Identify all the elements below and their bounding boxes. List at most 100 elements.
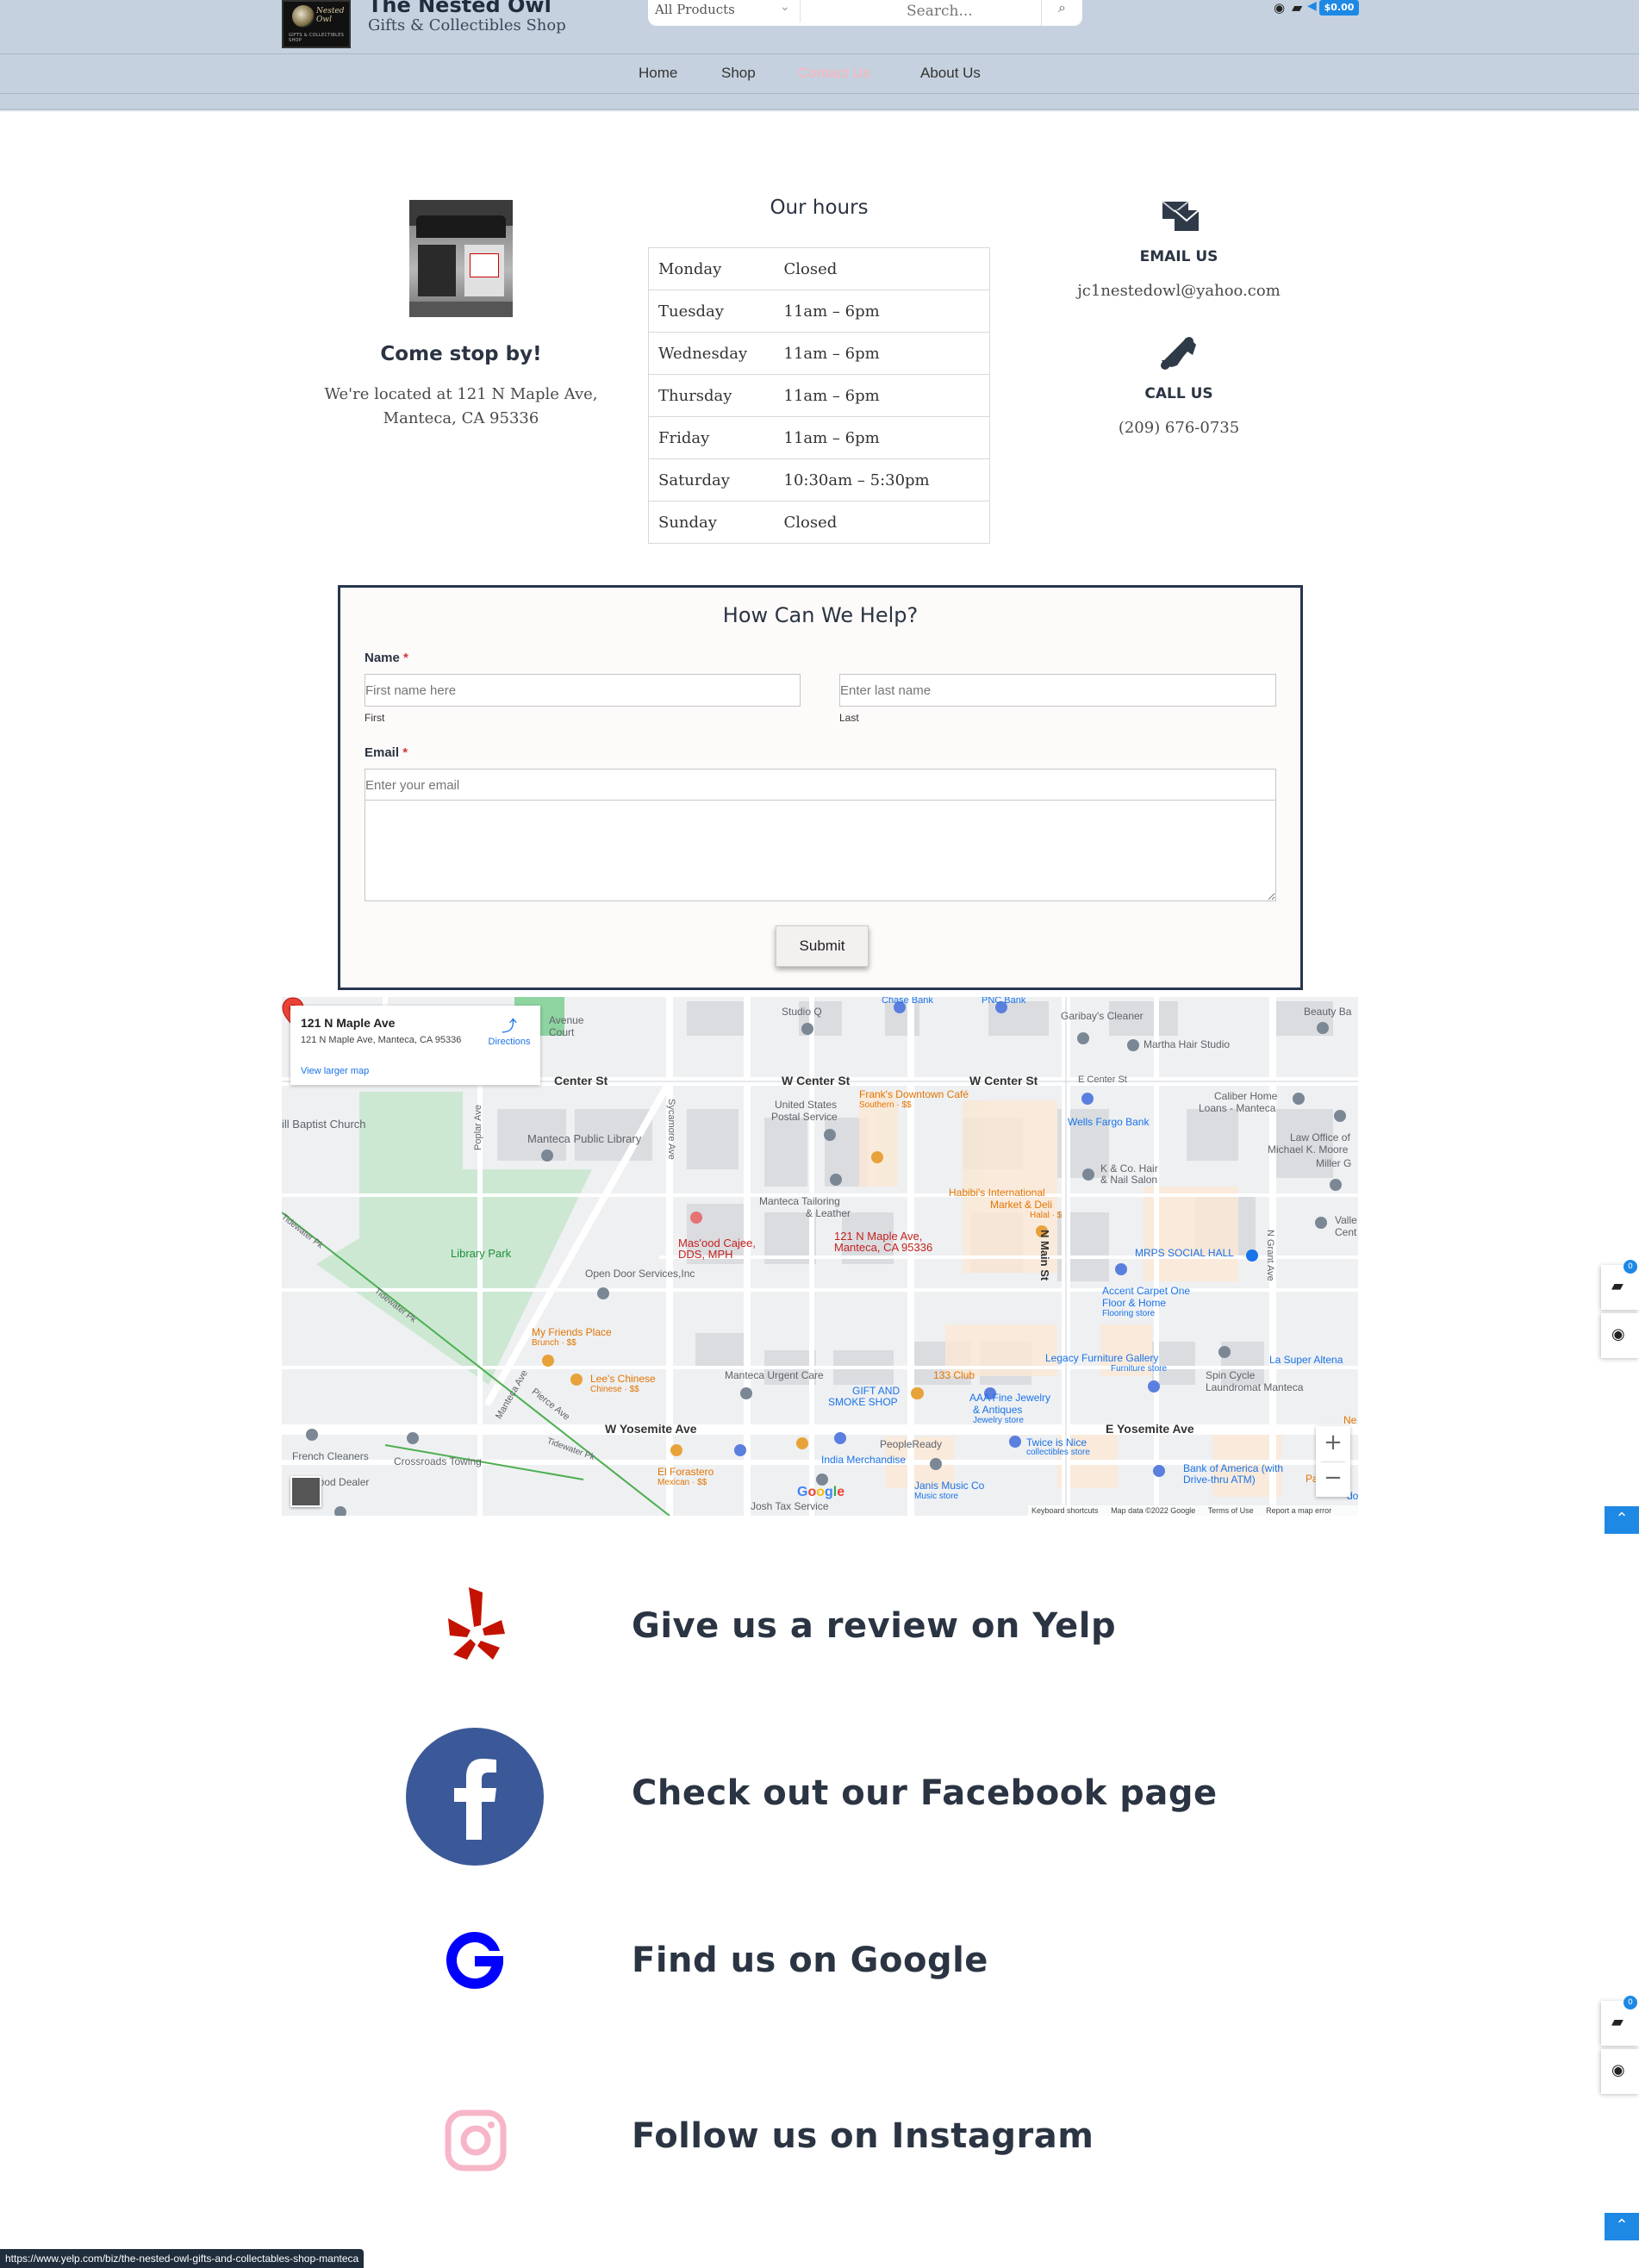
name-label-text: Name bbox=[365, 651, 400, 665]
hours-day: Thursday bbox=[648, 374, 775, 417]
cart-total[interactable]: $0.00 bbox=[1319, 0, 1359, 16]
name-label: Name * bbox=[365, 651, 408, 665]
keyboard-shortcuts-link[interactable]: Keyboard shortcuts bbox=[1031, 1506, 1099, 1515]
cart-count-badge: 0 bbox=[1623, 1996, 1637, 2009]
map-label: French Cleaners bbox=[292, 1450, 369, 1462]
google-icon bbox=[446, 1932, 503, 1989]
map-label: Studio Q bbox=[782, 1006, 822, 1018]
site-logo[interactable]: Nested Owl GIFTS & COLLECTIBLES SHOP bbox=[282, 0, 351, 48]
side-cart-button[interactable]: ▰ 0 bbox=[1601, 1260, 1639, 1310]
map-card-address: 121 N Maple Ave, Manteca, CA 95336 bbox=[301, 1035, 462, 1045]
hours-time: 11am – 6pm bbox=[774, 290, 990, 333]
map-label: Beauty Ba bbox=[1304, 1006, 1352, 1018]
side-cart-button-2[interactable]: ▰ 0 bbox=[1601, 1996, 1639, 2046]
map-label: Jewelry store bbox=[973, 1416, 1024, 1425]
site-title[interactable]: The Nested Owl bbox=[368, 0, 552, 17]
side-account-button[interactable]: ◉ bbox=[1601, 1313, 1639, 1358]
map-label: Valle bbox=[1335, 1214, 1357, 1226]
nav-divider-bottom bbox=[0, 93, 1639, 94]
search-bar: All Products ⌄ ⌕ bbox=[648, 0, 1082, 26]
submit-button[interactable]: Submit bbox=[776, 925, 869, 967]
email-us-label: EMAIL US bbox=[1139, 248, 1218, 265]
last-name-sublabel: Last bbox=[839, 712, 859, 724]
scroll-to-top-button-2[interactable]: ⌃ bbox=[1605, 2213, 1639, 2240]
shopping-bag-icon: ▰ bbox=[1611, 1277, 1623, 1295]
nav-home[interactable]: Home bbox=[639, 65, 677, 82]
nav-shop[interactable]: Shop bbox=[721, 65, 756, 82]
map-data-text: Map data ©2022 Google bbox=[1111, 1506, 1196, 1515]
map-label: K & Co. Hair bbox=[1100, 1162, 1158, 1174]
map-footer: Keyboard shortcuts Map data ©2022 Google… bbox=[1028, 1505, 1358, 1516]
map-label: Habibi's International bbox=[949, 1187, 1045, 1199]
nav-about-us[interactable]: About Us bbox=[920, 65, 981, 82]
table-row: Saturday 10:30am – 5:30pm bbox=[648, 458, 990, 502]
site-header: Nested Owl GIFTS & COLLECTIBLES SHOP The… bbox=[0, 0, 1639, 110]
cart-icon[interactable]: ▰ bbox=[1292, 0, 1302, 16]
search-input[interactable] bbox=[907, 0, 1036, 22]
last-name-field[interactable] bbox=[839, 674, 1276, 707]
site-subtitle: Gifts & Collectibles Shop bbox=[368, 16, 566, 34]
zoom-in-button[interactable]: + bbox=[1316, 1426, 1350, 1461]
chevron-down-icon[interactable]: ⌄ bbox=[780, 0, 790, 14]
header-shadow bbox=[0, 109, 1639, 112]
yelp-link-text[interactable]: Give us a review on Yelp bbox=[632, 1606, 1116, 1646]
map-label: Drive-thru ATM) bbox=[1183, 1474, 1256, 1486]
map-label: Open Door Services,Inc bbox=[585, 1268, 695, 1280]
google-map[interactable]: 121 N Maple Ave, Manteca, CA 95336 Cente… bbox=[282, 997, 1358, 1516]
directions-icon: ⤴ bbox=[502, 1018, 517, 1036]
table-row: Monday Closed bbox=[648, 247, 990, 290]
email-link[interactable]: jc1nestedowl@yahoo.com bbox=[1050, 282, 1308, 300]
street-view-thumbnail[interactable] bbox=[290, 1476, 321, 1507]
map-label: Chase Bank bbox=[882, 997, 933, 1006]
map-label: Law Office of bbox=[1290, 1131, 1350, 1143]
map-label: Wells Fargo Bank bbox=[1068, 1116, 1150, 1128]
shopping-bag-icon: ▰ bbox=[1611, 2013, 1623, 2031]
search-category-select[interactable]: All Products bbox=[655, 2, 735, 17]
map-label: Caliber Home bbox=[1214, 1090, 1278, 1102]
instagram-link-text[interactable]: Follow us on Instagram bbox=[632, 2116, 1094, 2156]
map-label: Postal Service bbox=[771, 1111, 838, 1123]
first-name-field[interactable] bbox=[365, 674, 801, 707]
social-yelp-row[interactable]: Give us a review on Yelp bbox=[0, 1561, 1639, 1699]
social-google-row[interactable]: Find us on Google bbox=[0, 1906, 1639, 2044]
hours-day: Sunday bbox=[648, 501, 775, 544]
search-button[interactable]: ⌕ bbox=[1041, 0, 1082, 26]
table-row: Tuesday 11am – 6pm bbox=[648, 290, 990, 333]
report-error-link[interactable]: Report a map error bbox=[1266, 1506, 1331, 1515]
email-field[interactable] bbox=[365, 769, 1276, 801]
google-map-logo: Google bbox=[797, 1485, 845, 1499]
social-facebook-row[interactable]: Check out our Facebook page bbox=[0, 1728, 1639, 1866]
map-label: La Super Altena bbox=[1269, 1354, 1343, 1366]
table-row: Sunday Closed bbox=[648, 501, 990, 544]
user-icon: ◉ bbox=[1611, 2061, 1625, 2079]
map-label: Poplar Ave bbox=[473, 1104, 483, 1150]
yelp-icon bbox=[448, 1587, 505, 1660]
message-textarea[interactable] bbox=[365, 800, 1276, 901]
google-link-text[interactable]: Find us on Google bbox=[632, 1941, 988, 1980]
logo-tagline: GIFTS & COLLECTIBLES SHOP bbox=[289, 33, 345, 43]
instagram-icon bbox=[445, 2109, 507, 2171]
phone-link[interactable]: (209) 676-0735 bbox=[1050, 419, 1308, 437]
social-instagram-row[interactable]: Follow us on Instagram bbox=[0, 2078, 1639, 2216]
side-account-button-2[interactable]: ◉ bbox=[1601, 2049, 1639, 2094]
map-label: E Yosemite Ave bbox=[1106, 1422, 1194, 1436]
nav-contact-us[interactable]: Contact Us bbox=[798, 65, 870, 82]
facebook-link-text[interactable]: Check out our Facebook page bbox=[632, 1773, 1218, 1813]
zoom-divider bbox=[1321, 1461, 1345, 1462]
map-label: Sycamore Ave bbox=[666, 1099, 676, 1160]
scroll-to-top-button[interactable]: ⌃ bbox=[1605, 1506, 1639, 1534]
directions-button[interactable]: ⤴ Directions bbox=[485, 1014, 533, 1047]
account-icon[interactable]: ◉ bbox=[1274, 0, 1285, 16]
map-label: Twice is Nice bbox=[1026, 1436, 1087, 1449]
owl-logo-icon bbox=[292, 5, 315, 28]
terms-link[interactable]: Terms of Use bbox=[1208, 1506, 1254, 1515]
hours-time: 11am – 6pm bbox=[774, 416, 990, 459]
map-label: Legacy Furniture Gallery bbox=[1045, 1352, 1159, 1364]
cart-arrow-icon: ◀ bbox=[1307, 0, 1317, 13]
storefront-door bbox=[418, 245, 456, 296]
map-label: 133 Club bbox=[933, 1369, 975, 1381]
email-label: Email * bbox=[365, 745, 408, 760]
map-label: Manteca Public Library bbox=[527, 1132, 642, 1145]
view-larger-map-link[interactable]: View larger map bbox=[301, 1066, 369, 1076]
zoom-out-button[interactable]: − bbox=[1316, 1461, 1350, 1497]
